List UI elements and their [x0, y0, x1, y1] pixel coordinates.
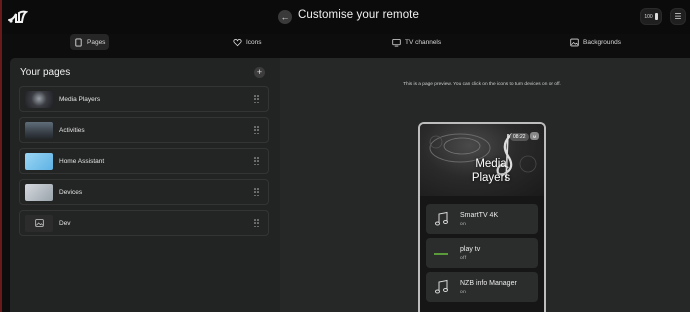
tv-icon — [392, 38, 401, 47]
battery-indicator: 100 — [640, 8, 662, 25]
preview-clock: 08:22 — [510, 133, 529, 141]
app-logo[interactable] — [8, 10, 29, 24]
add-page-button[interactable]: + — [254, 67, 265, 78]
hamburger-icon: ☰ — [674, 12, 682, 21]
tab-tv-channels[interactable]: TV channels — [392, 34, 441, 50]
tab-icons[interactable]: Icons — [233, 34, 262, 50]
page-thumbnail — [25, 152, 53, 170]
music-note-icon — [435, 279, 448, 294]
page-title: Customise your remote — [298, 9, 419, 21]
tab-pages[interactable]: Pages — [70, 34, 110, 50]
preview-status-icon: M — [530, 132, 539, 140]
drag-handle-icon[interactable] — [254, 157, 259, 166]
page-thumbnail — [25, 183, 53, 201]
pages-panel-title: Your pages — [20, 67, 71, 78]
page-thumbnail — [25, 121, 53, 139]
image-icon — [570, 38, 579, 46]
music-note-icon — [435, 211, 448, 226]
page-row-media-players[interactable]: Media Players — [19, 86, 269, 112]
window-edge — [0, 0, 2, 312]
tab-backgrounds[interactable]: Backgrounds — [570, 34, 621, 50]
page-row-label: Devices — [59, 188, 83, 196]
page-row-label: Dev — [59, 219, 71, 227]
device-name: SmartTV 4K — [460, 212, 499, 219]
device-state: off — [460, 256, 467, 261]
back-button[interactable]: ← — [278, 10, 292, 24]
page-thumbnail — [25, 214, 53, 232]
device-card-play-tv[interactable]: play tv off — [426, 238, 538, 268]
device-state: on — [460, 290, 467, 295]
line-icon — [434, 253, 448, 255]
page-row-label: Home Assistant — [59, 157, 105, 165]
drag-handle-icon[interactable] — [254, 95, 259, 104]
tab-backgrounds-label: Backgrounds — [583, 38, 621, 46]
drag-handle-icon[interactable] — [254, 126, 259, 135]
device-name: NZB info Manager — [460, 280, 517, 287]
page-row-devices[interactable]: Devices — [19, 179, 269, 205]
battery-icon — [654, 13, 658, 20]
logo-icon — [8, 10, 29, 23]
tab-icons-label: Icons — [246, 38, 262, 46]
drag-handle-icon[interactable] — [254, 188, 259, 197]
menu-button[interactable]: ☰ — [670, 8, 686, 25]
phone-preview: 08:22 M Media Players SmartTV 4K on play… — [418, 122, 546, 312]
plus-icon: + — [256, 67, 263, 77]
page-row-label: Activities — [59, 126, 85, 134]
page-row-dev[interactable]: Dev — [19, 210, 269, 236]
image-placeholder-icon — [34, 219, 44, 227]
page-row-label: Media Players — [59, 95, 101, 103]
device-card-smarttv[interactable]: SmartTV 4K on — [426, 204, 538, 234]
device-name: play tv — [460, 246, 481, 253]
preview-hint: This is a page preview. You can click on… — [403, 82, 561, 87]
device-card-nzb[interactable]: NZB info Manager on — [426, 272, 538, 302]
page-row-activities[interactable]: Activities — [19, 117, 269, 143]
battery-level: 100 — [644, 13, 653, 20]
tab-tv-channels-label: TV channels — [405, 38, 442, 46]
page-thumbnail — [25, 90, 53, 108]
device-state: on — [460, 222, 467, 227]
drag-handle-icon[interactable] — [254, 219, 259, 228]
preview-page-title: Media Players — [471, 158, 511, 185]
arrow-left-icon: ← — [280, 12, 290, 22]
tab-pages-label: Pages — [87, 38, 106, 46]
heart-icon — [233, 38, 242, 46]
pages-icon — [75, 37, 82, 47]
page-row-home-assistant[interactable]: Home Assistant — [19, 148, 269, 174]
